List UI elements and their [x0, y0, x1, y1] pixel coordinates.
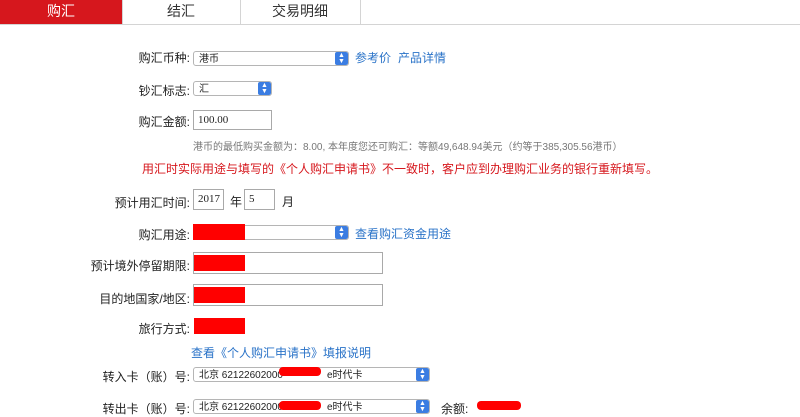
in-card-label: 转入卡（账）号: [102, 370, 190, 384]
out-card-prefix: 北京 62122602000 [199, 402, 283, 413]
cash-flag-select[interactable]: 汇 ▲ ▼ [193, 81, 272, 96]
in-card-suffix: e时代卡 [326, 370, 363, 381]
view-purpose-link[interactable]: 查看购汇资金用途 [355, 225, 451, 242]
redaction-mark [279, 401, 321, 410]
amount-input[interactable]: 100.00 [193, 110, 272, 130]
redaction-mark [194, 287, 245, 303]
currency-select-value: 港币 [199, 54, 219, 65]
purpose-warning: 用汇时实际用途与填写的《个人购汇申请书》不一致时，客户应到办理购汇业务的银行重新… [142, 162, 659, 176]
year-unit: 年 [230, 195, 243, 209]
travel-mode-label: 旅行方式: [138, 322, 190, 336]
select-arrows-icon: ▲ ▼ [416, 400, 429, 413]
stay-duration-label: 预计境外停留期限: [90, 259, 190, 273]
month-unit: 月 [282, 195, 295, 209]
out-card-suffix: e时代卡 [326, 402, 363, 413]
tab-bar: 购汇 结汇 交易明细 [0, 0, 800, 25]
usage-time-label: 预计用汇时间: [114, 196, 190, 210]
redaction-mark [194, 318, 245, 334]
tab-buy-forex[interactable]: 购汇 [0, 0, 123, 24]
tab-sell-forex[interactable]: 结汇 [122, 0, 241, 24]
cash-flag-label: 钞汇标志: [138, 84, 190, 98]
purpose-label: 购汇用途: [138, 228, 190, 242]
redaction-mark [194, 255, 245, 271]
currency-select[interactable]: 港币 ▲ ▼ [193, 51, 349, 66]
product-details-link[interactable]: 产品详情 [398, 49, 446, 66]
application-guide-link[interactable]: 查看《个人购汇申请书》填报说明 [191, 344, 371, 361]
amount-hint: 港币的最低购买金额为：8.00, 本年度您还可购汇：等额49,648.94美元（… [193, 142, 623, 153]
currency-label: 购汇币种: [138, 51, 190, 65]
select-arrows-icon: ▲ ▼ [258, 82, 271, 95]
year-input[interactable]: 2017 [193, 189, 224, 210]
tab-transaction-details[interactable]: 交易明细 [240, 0, 361, 24]
out-card-label: 转出卡（账）号: [102, 402, 190, 416]
select-arrows-icon: ▲ ▼ [335, 52, 348, 65]
in-card-prefix: 北京 62122602000 [199, 370, 283, 381]
redaction-mark [279, 367, 321, 376]
cash-flag-select-value: 汇 [199, 84, 209, 95]
balance-label: 余额: [441, 402, 469, 416]
month-input[interactable]: 5 [244, 189, 275, 210]
redaction-mark [193, 224, 245, 240]
select-arrows-icon: ▲ ▼ [416, 368, 429, 381]
redaction-mark [477, 401, 521, 410]
destination-label: 目的地国家/地区: [99, 292, 190, 306]
amount-label: 购汇金额: [138, 115, 190, 129]
select-arrows-icon: ▲ ▼ [335, 226, 348, 239]
reference-price-link[interactable]: 参考价 [355, 49, 391, 66]
